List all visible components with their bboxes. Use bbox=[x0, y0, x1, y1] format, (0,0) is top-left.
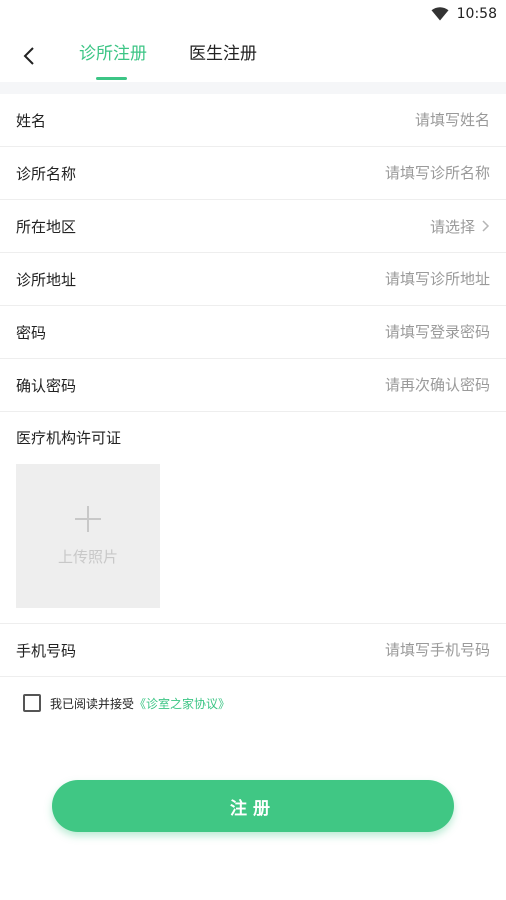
form-row-region[interactable]: 所在地区 请选择 bbox=[0, 200, 506, 253]
clinic-name-label: 诊所名称 bbox=[16, 164, 77, 183]
wifi-icon bbox=[431, 7, 449, 21]
status-bar: 10:58 bbox=[0, 0, 506, 28]
agreement-text: 我已阅读并接受 bbox=[50, 696, 135, 711]
tab-clinic-register[interactable]: 诊所注册 bbox=[79, 42, 147, 70]
clinic-address-label: 诊所地址 bbox=[16, 270, 77, 289]
phone-input[interactable] bbox=[250, 641, 490, 659]
agreement-row: 我已阅读并接受 《诊室之家协议》 bbox=[0, 677, 506, 729]
password-label: 密码 bbox=[16, 323, 47, 342]
license-label: 医疗机构许可证 bbox=[16, 429, 122, 447]
confirm-password-input[interactable] bbox=[250, 376, 490, 394]
license-section: 医疗机构许可证 上传照片 bbox=[0, 412, 506, 624]
form-row-clinic-address: 诊所地址 bbox=[0, 253, 506, 306]
form-row-password: 密码 bbox=[0, 306, 506, 359]
chevron-right-icon bbox=[482, 220, 490, 232]
clinic-address-input[interactable] bbox=[250, 270, 490, 288]
register-button[interactable]: 注册 bbox=[52, 780, 454, 832]
active-tab-indicator bbox=[96, 77, 127, 80]
password-input[interactable] bbox=[250, 323, 490, 341]
section-divider bbox=[0, 82, 506, 94]
region-select[interactable]: 请选择 bbox=[430, 216, 490, 237]
form-row-confirm-password: 确认密码 bbox=[0, 359, 506, 412]
agreement-link[interactable]: 《诊室之家协议》 bbox=[134, 695, 230, 712]
region-label: 所在地区 bbox=[16, 217, 77, 236]
chevron-left-icon bbox=[23, 47, 34, 65]
name-label: 姓名 bbox=[16, 111, 47, 130]
back-button[interactable] bbox=[14, 41, 44, 71]
plus-icon bbox=[75, 505, 101, 532]
top-nav: 诊所注册 医生注册 bbox=[0, 28, 506, 82]
region-select-text: 请选择 bbox=[429, 217, 475, 236]
tab-doctor-register[interactable]: 医生注册 bbox=[189, 42, 257, 70]
confirm-password-label: 确认密码 bbox=[16, 376, 77, 395]
clinic-name-input[interactable] bbox=[250, 164, 490, 182]
status-time: 10:58 bbox=[456, 6, 497, 22]
registration-screen: 10:58 诊所注册 医生注册 姓名 诊所名称 所在地区 请选择 诊所地址 bbox=[0, 0, 506, 900]
upload-photo-text: 上传照片 bbox=[57, 547, 118, 566]
form-row-clinic-name: 诊所名称 bbox=[0, 147, 506, 200]
phone-label: 手机号码 bbox=[16, 641, 77, 660]
name-input[interactable] bbox=[250, 111, 490, 129]
agreement-checkbox[interactable] bbox=[23, 694, 41, 712]
upload-photo-button[interactable]: 上传照片 bbox=[16, 464, 160, 608]
form-row-phone: 手机号码 bbox=[0, 624, 506, 677]
form-row-name: 姓名 bbox=[0, 94, 506, 147]
